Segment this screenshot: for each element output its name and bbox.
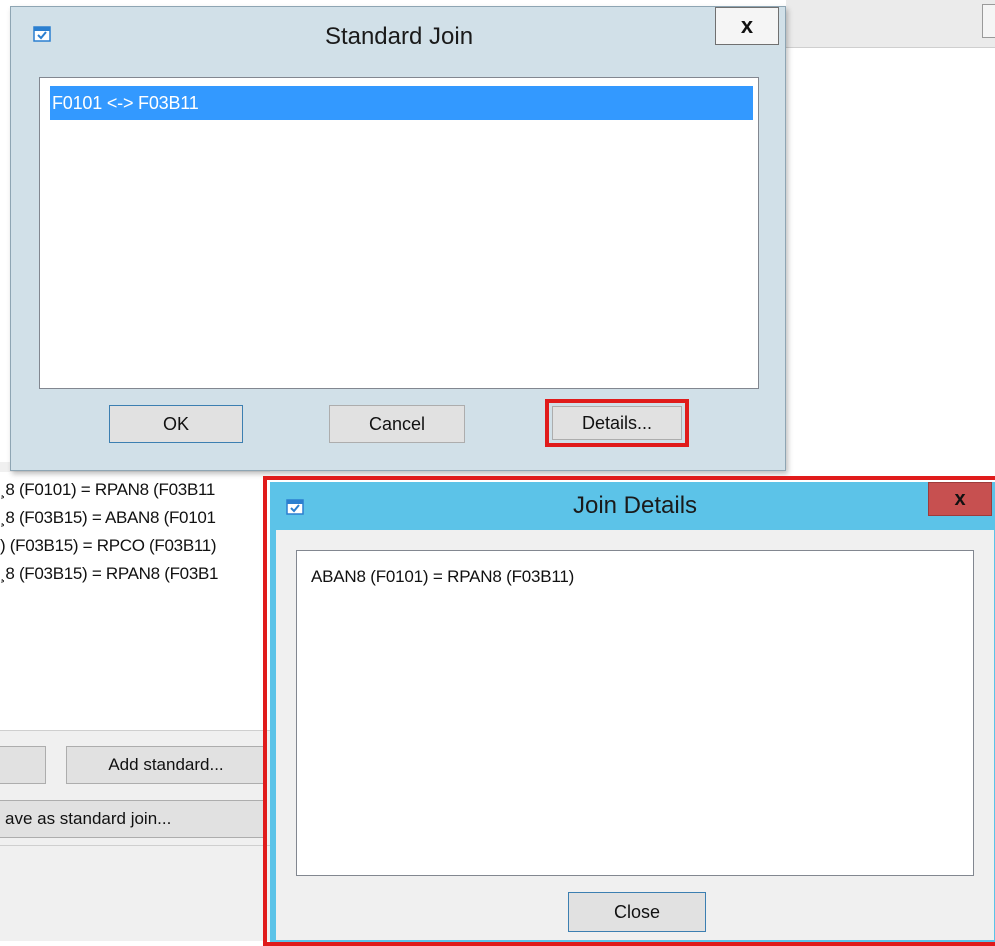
cancel-button[interactable]: Cancel (329, 405, 465, 443)
save-as-standard-join-button[interactable]: ave as standard join... (0, 800, 266, 838)
divider (0, 845, 270, 846)
background-joins-list[interactable]: ¸8 (F0101) = RPAN8 (F03B11 ¸8 (F03B15) =… (0, 472, 270, 731)
join-line[interactable]: ¸8 (F03B15) = ABAN8 (F0101 (0, 508, 216, 528)
close-button[interactable]: x (715, 7, 779, 45)
dialog-title: Standard Join (324, 23, 474, 50)
standard-join-dialog: Standard Join x F0101 <-> F03B11 OK Canc… (10, 6, 786, 471)
join-details-highlight (263, 476, 995, 946)
details-button-highlight: Details... (545, 399, 689, 447)
ok-button[interactable]: OK (109, 405, 243, 443)
background-joins-panel: ¸8 (F0101) = RPAN8 (F03B11 ¸8 (F03B15) =… (0, 462, 270, 941)
join-line[interactable]: ¸8 (F0101) = RPAN8 (F03B11 (0, 480, 215, 500)
list-item-selected[interactable]: F0101 <-> F03B11 (50, 86, 753, 120)
add-standard-button[interactable]: Add standard... (66, 746, 266, 784)
background-window-control-button[interactable] (982, 4, 995, 38)
background-partial-button[interactable] (0, 746, 46, 784)
standard-joins-list[interactable]: F0101 <-> F03B11 (39, 77, 759, 389)
background-window-titlebar-right (786, 0, 995, 48)
join-line[interactable]: ) (F03B15) = RPCO (F03B11) (0, 536, 217, 556)
join-line[interactable]: ¸8 (F03B15) = RPAN8 (F03B1 (0, 564, 218, 584)
details-button[interactable]: Details... (552, 406, 682, 440)
